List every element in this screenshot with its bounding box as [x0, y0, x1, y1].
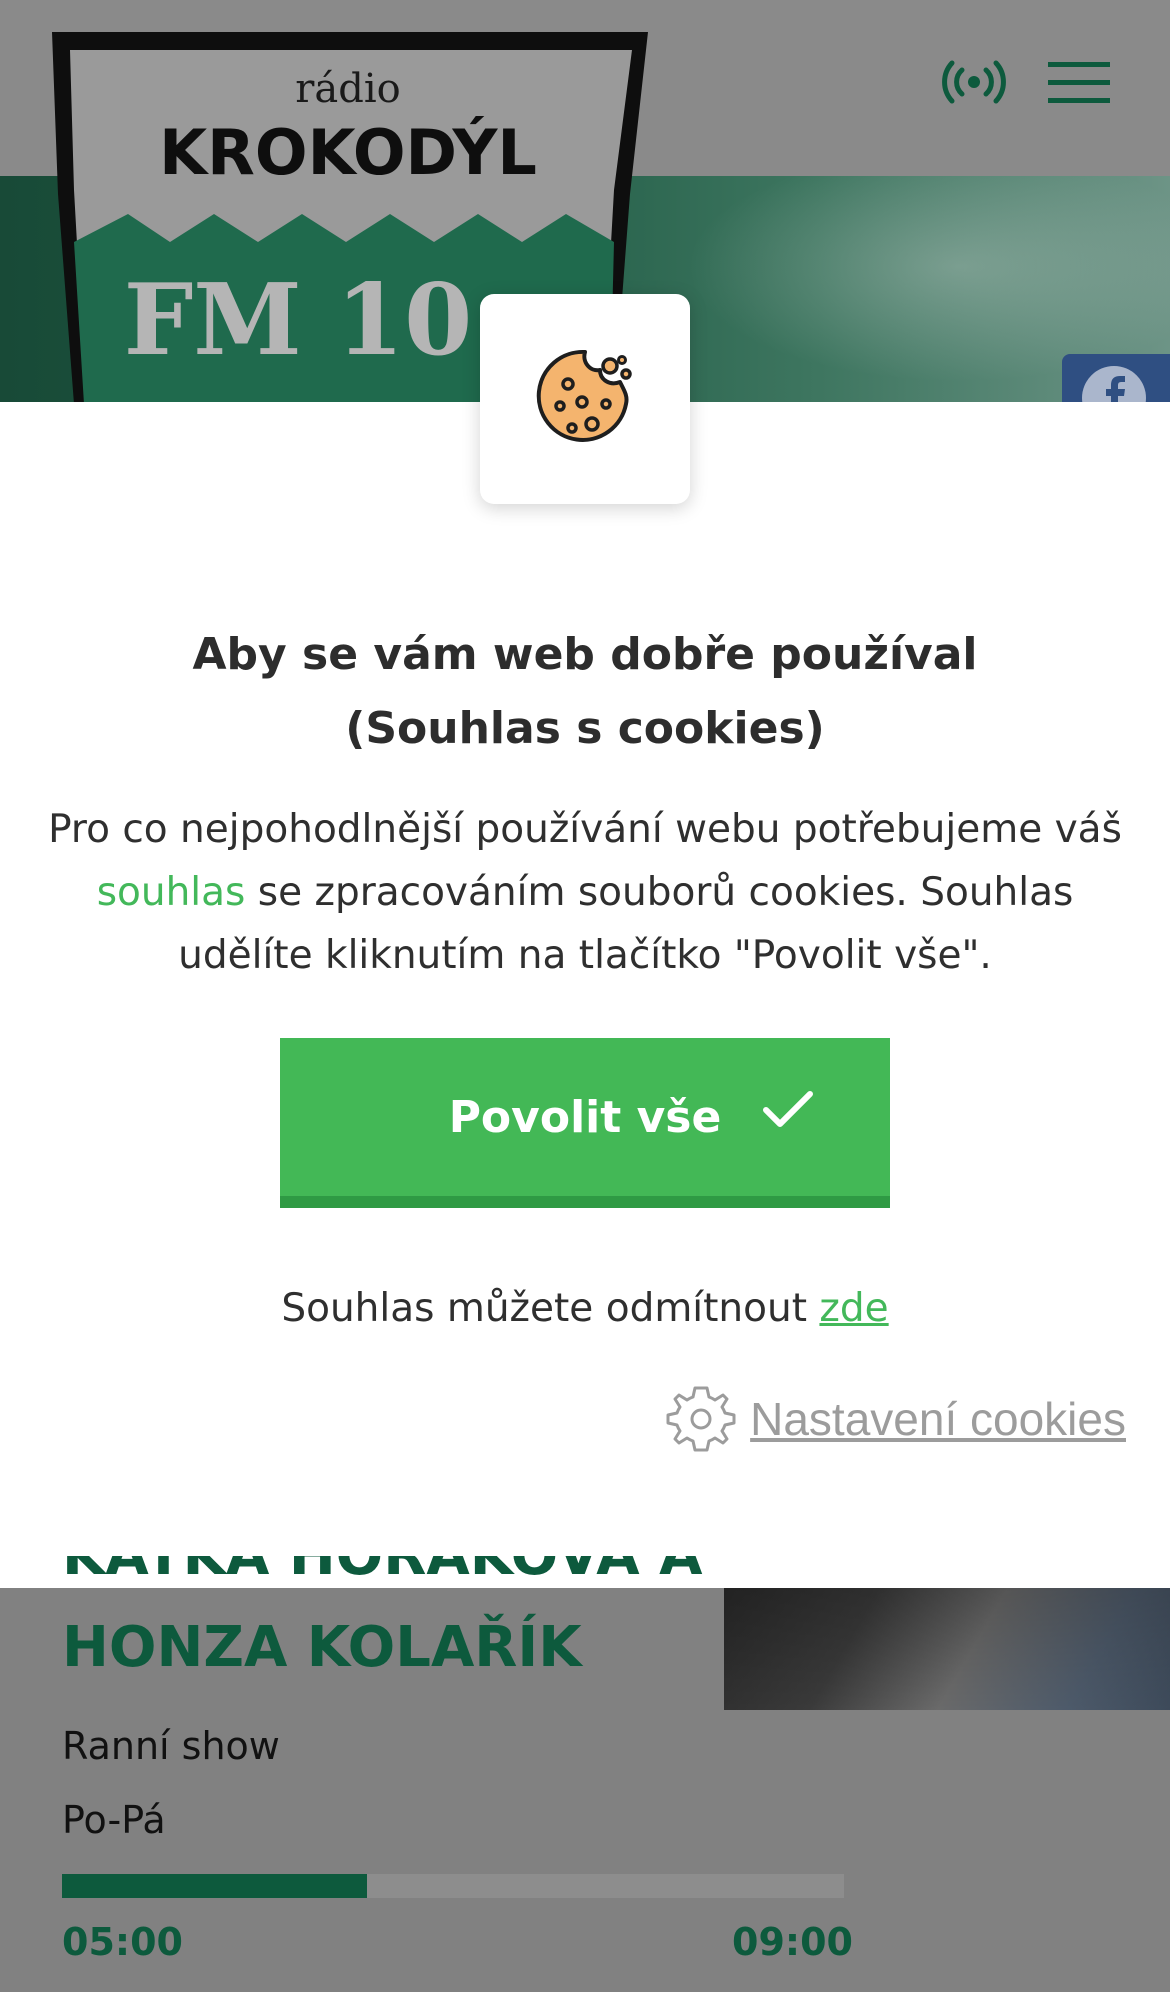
show-days: Po-Pá	[62, 1798, 166, 1842]
cookie-consent-dialog: Aby se vám web dobře používal (Souhlas s…	[0, 294, 1170, 1588]
gear-icon	[666, 1386, 736, 1452]
hamburger-menu-icon[interactable]	[1048, 60, 1110, 104]
hosts-line-2: HONZA KOLAŘÍK	[62, 1615, 582, 1680]
logo-line-2: KROKODÝL	[159, 116, 537, 189]
show-end-time: 09:00	[732, 1920, 853, 1964]
show-start-time: 05:00	[62, 1920, 183, 1964]
cookie-dialog-text: Pro co nejpohodlnější používání webu pot…	[40, 798, 1130, 987]
cookie-text-part-1: Pro co nejpohodlnější používání webu pot…	[48, 807, 1122, 852]
hosts-line-1: KATKA HORÁKOVÁ A	[62, 1556, 742, 1602]
header-actions	[942, 60, 1110, 104]
cookie-icon	[536, 349, 632, 442]
hosts-line-1-text: KATKA HORÁKOVÁ A	[62, 1556, 702, 1588]
show-progress-fill	[62, 1874, 367, 1898]
page: rádio KROKODÝL FM 10 Aby se vám web dobř…	[0, 0, 1170, 1992]
cookie-text-part-2: se zpracováním souborů cookies. Souhlas …	[178, 870, 1074, 978]
decline-link[interactable]: zde	[819, 1286, 888, 1331]
consent-info-link[interactable]: souhlas	[97, 870, 246, 915]
hosts-photo	[724, 1588, 1170, 1710]
cookie-settings-link[interactable]: Nastavení cookies	[664, 1382, 1126, 1456]
cookie-icon-card	[480, 294, 690, 504]
show-progress-bar	[62, 1874, 844, 1898]
decline-label: Souhlas můžete odmítnout	[281, 1286, 820, 1331]
allow-all-label: Povolit vše	[448, 1091, 722, 1143]
show-name: Ranní show	[62, 1724, 280, 1768]
broadcast-icon[interactable]	[942, 60, 1006, 104]
decline-text: Souhlas můžete odmítnout zde	[0, 1286, 1170, 1331]
allow-all-button[interactable]: Povolit vše	[280, 1038, 890, 1208]
cookie-dialog-title: Aby se vám web dobře používal (Souhlas s…	[192, 629, 978, 754]
logo-line-1: rádio	[295, 66, 400, 112]
checkmark-icon	[763, 1091, 813, 1127]
cookie-settings-label: Nastavení cookies	[750, 1393, 1126, 1445]
logo-line-3: FM 10	[124, 263, 473, 378]
